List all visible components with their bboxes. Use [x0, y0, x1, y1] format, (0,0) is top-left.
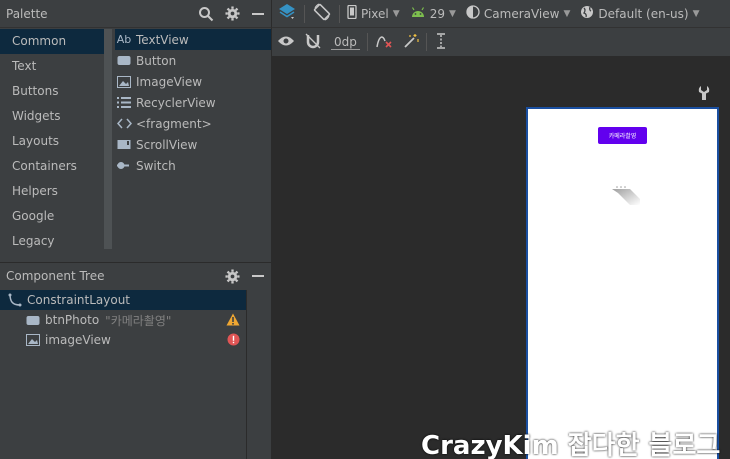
widget-switch[interactable]: Switch: [116, 155, 271, 176]
globe-icon: [580, 5, 594, 22]
category-helpers[interactable]: Helpers: [0, 179, 105, 204]
default-margin-value: 0dp: [331, 35, 360, 50]
device-selector[interactable]: Pixel ▼: [342, 0, 405, 28]
component-tree-panel: Component Tree ConstraintLayout btnPhoto…: [0, 262, 271, 459]
list-icon: [116, 97, 132, 108]
camera-capture-button[interactable]: 카메라촬영: [598, 127, 647, 144]
theme-label: CameraView: [483, 6, 560, 21]
android-icon: [410, 6, 426, 21]
orientation-button[interactable]: [307, 0, 337, 28]
search-icon[interactable]: [193, 0, 219, 28]
category-google[interactable]: Google: [0, 204, 105, 229]
widget-label: Button: [136, 53, 177, 68]
wrench-icon[interactable]: [698, 85, 710, 104]
clear-constraints-icon: [375, 33, 393, 52]
chevron-down-icon: ▼: [392, 8, 400, 19]
palette-header: Palette: [0, 0, 271, 28]
view-options-button[interactable]: [272, 28, 300, 56]
widget-label: <fragment>: [136, 116, 212, 131]
widget-label: TextView: [136, 32, 189, 47]
device-preview[interactable]: 카메라촬영: [526, 107, 719, 459]
component-tree-header: Component Tree: [0, 263, 271, 289]
layers-icon: [277, 2, 297, 25]
widget-scrollview[interactable]: ScrollView: [116, 134, 271, 155]
chevron-down-icon: ▼: [563, 8, 571, 19]
blog-watermark: CrazyKim 잡다한 블로그: [421, 431, 721, 459]
switch-icon: [116, 160, 132, 171]
tree-item-constraintlayout[interactable]: ConstraintLayout: [0, 290, 246, 310]
widget-label: ImageView: [136, 74, 203, 89]
phone-icon: [347, 4, 357, 22]
design-surface-button[interactable]: [272, 0, 302, 28]
tree-item-label: ConstraintLayout: [27, 293, 131, 307]
chevron-down-icon: ▼: [448, 8, 456, 19]
widget-label: ScrollView: [136, 137, 198, 152]
palette-panel: Palette Common Text Buttons Widgets Layo…: [0, 0, 271, 262]
theme-selector[interactable]: CameraView ▼: [461, 0, 576, 28]
tree-item-label: btnPhoto: [45, 313, 100, 327]
device-label: Pixel: [361, 6, 389, 21]
image-icon: [26, 334, 42, 346]
code-brackets-icon: [116, 118, 132, 129]
autoconnect-button[interactable]: [300, 28, 326, 56]
locale-selector[interactable]: Default (en-us) ▼: [575, 0, 704, 28]
palette-title: Palette: [6, 6, 48, 21]
category-common[interactable]: Common: [0, 29, 105, 54]
chevron-down-icon: ▼: [692, 8, 700, 19]
categories-scrollbar[interactable]: [104, 29, 112, 249]
api-selector[interactable]: 29 ▼: [405, 0, 461, 28]
locale-label: Default (en-us): [598, 6, 689, 21]
theme-icon: [466, 5, 480, 22]
tree-side-strip: [246, 290, 271, 459]
palette-categories: Common Text Buttons Widgets Layouts Cont…: [0, 29, 112, 262]
image-icon: [116, 75, 132, 88]
tree-item-text-attr: "카메라촬영": [105, 313, 172, 328]
layout-editor-toolbar: 0dp: [271, 28, 730, 57]
warning-icon[interactable]: [226, 313, 240, 329]
widget-button[interactable]: Button: [116, 50, 271, 71]
minimize-icon[interactable]: [245, 0, 271, 28]
default-margin-button[interactable]: 0dp: [326, 28, 365, 56]
button-icon: [116, 55, 132, 66]
widget-label: RecyclerView: [136, 95, 216, 110]
error-icon[interactable]: [227, 333, 240, 349]
infer-constraints-button[interactable]: [398, 28, 424, 56]
image-placeholder-icon[interactable]: [610, 183, 642, 210]
tree-item-label: imageView: [45, 333, 111, 347]
constraint-layout-icon: [8, 293, 24, 307]
tree-item-imageview[interactable]: imageView: [0, 330, 246, 350]
eye-icon: [277, 35, 295, 50]
clear-constraints-button[interactable]: [370, 28, 398, 56]
tree-item-btnphoto[interactable]: btnPhoto "카메라촬영": [0, 310, 246, 330]
widget-label: Switch: [136, 158, 176, 173]
palette-widgets: Ab TextView Button ImageView RecyclerVie…: [105, 29, 271, 262]
design-toolbar: Pixel ▼ 29 ▼ CameraView ▼ Default (en-us…: [271, 0, 730, 28]
widget-textview[interactable]: Ab TextView: [115, 29, 271, 50]
ab-text-icon: Ab: [116, 33, 132, 46]
category-buttons[interactable]: Buttons: [0, 79, 105, 104]
scrollview-icon: [116, 139, 132, 150]
widget-imageview[interactable]: ImageView: [116, 71, 271, 92]
magnet-off-icon: [305, 33, 321, 52]
widget-fragment[interactable]: <fragment>: [116, 113, 271, 134]
button-icon: [26, 315, 42, 326]
magic-wand-icon: [403, 33, 419, 52]
component-tree-list: ConstraintLayout btnPhoto "카메라촬영" imageV…: [0, 290, 246, 459]
rotate-icon: [312, 2, 332, 25]
category-legacy[interactable]: Legacy: [0, 229, 105, 254]
gear-icon[interactable]: [219, 262, 245, 290]
guidelines-icon: [434, 32, 448, 52]
design-canvas[interactable]: 카메라촬영 CrazyKim 잡다한 블로그: [271, 57, 730, 459]
category-containers[interactable]: Containers: [0, 154, 105, 179]
category-text[interactable]: Text: [0, 54, 105, 79]
api-label: 29: [429, 6, 445, 21]
minimize-icon[interactable]: [245, 262, 271, 290]
category-layouts[interactable]: Layouts: [0, 129, 105, 154]
gear-icon[interactable]: [219, 0, 245, 28]
guidelines-button[interactable]: [429, 28, 453, 56]
component-tree-title: Component Tree: [6, 269, 105, 283]
widget-recyclerview[interactable]: RecyclerView: [116, 92, 271, 113]
category-widgets[interactable]: Widgets: [0, 104, 105, 129]
